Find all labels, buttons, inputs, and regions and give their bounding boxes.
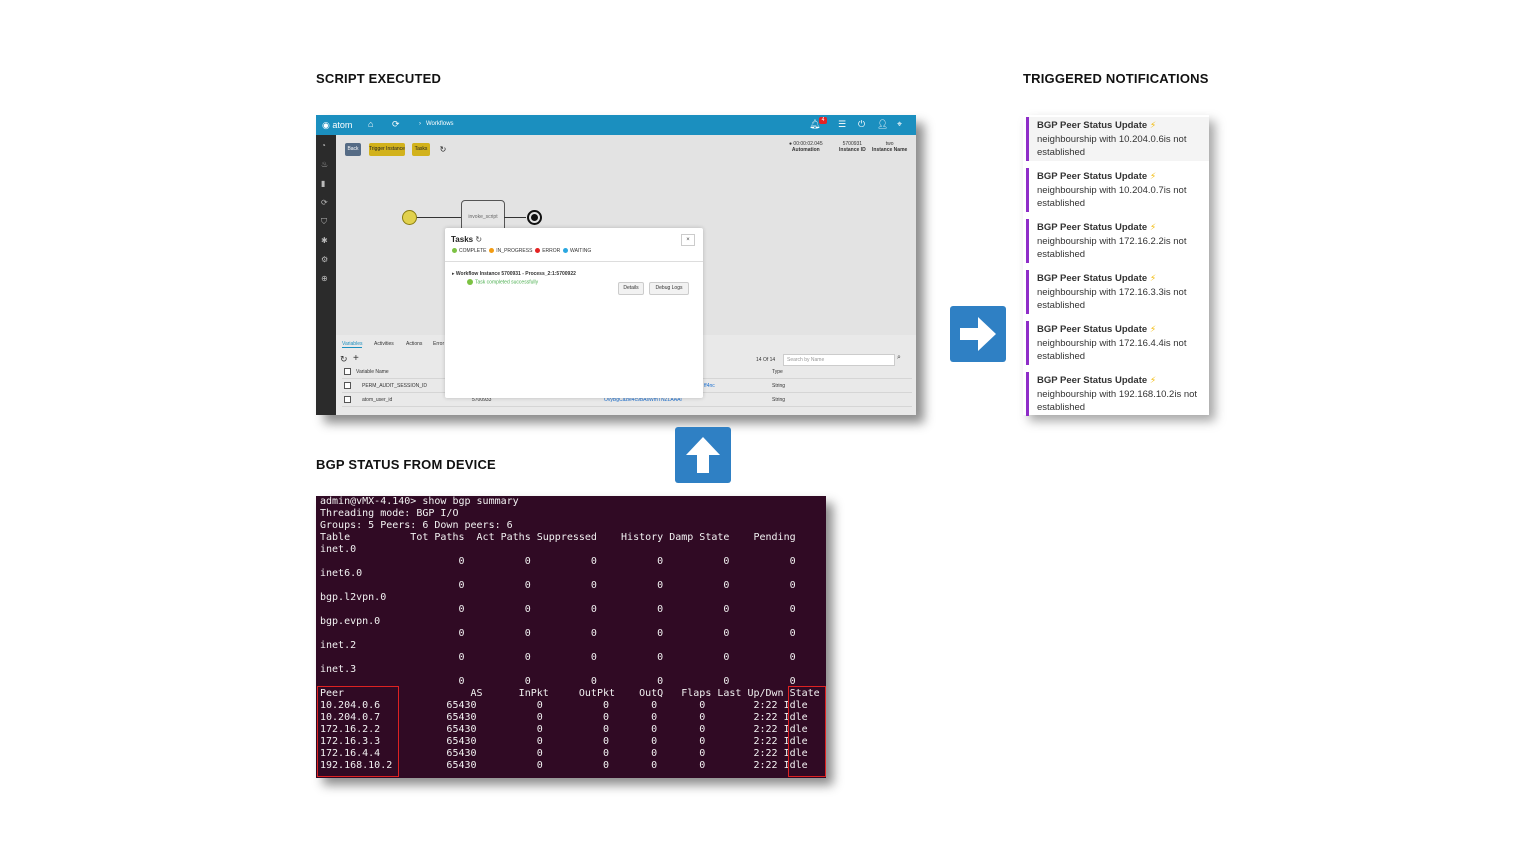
sequence-flow <box>417 217 461 218</box>
notification-item[interactable]: BGP Peer Status Update ⚡ neighbourship w… <box>1026 372 1209 416</box>
terminal-line: Groups: 5 Peers: 6 Down peers: 6 <box>320 520 513 531</box>
tab-activities[interactable]: Activities <box>374 341 394 347</box>
complete-dot-icon <box>452 248 457 254</box>
terminal-line: inet.0 <box>320 544 357 555</box>
add-icon[interactable]: + <box>353 353 359 364</box>
user-icon[interactable]: 👤︎ <box>877 119 888 130</box>
sequence-flow <box>504 217 526 218</box>
lightning-icon: ⚡ <box>1149 120 1157 130</box>
atom-logo: ◉ atom <box>322 120 353 130</box>
end-event[interactable] <box>527 210 542 225</box>
workflow-instance-row[interactable]: ▸ Workflow Instance 5700931 - Process_2:… <box>452 271 576 277</box>
terminal-line: inet.3 <box>320 664 357 675</box>
modal-title: Tasks ↻ <box>451 235 483 244</box>
terminal-line: Threading mode: BGP I/O <box>320 508 459 519</box>
terminal-line: 0 0 0 0 0 0 <box>320 580 796 591</box>
lightning-icon: ⚡ <box>1149 222 1157 232</box>
error-dot-icon <box>535 248 541 254</box>
notification-item[interactable]: BGP Peer Status Update ⚡ neighbourship w… <box>1026 168 1209 212</box>
atom-sidebar: ◔ ♨ ▮ ⟳ ⛉ ✱ ⚙ ⊕ <box>316 135 336 415</box>
select-all-checkbox[interactable] <box>344 368 351 375</box>
details-button[interactable]: Details <box>618 282 644 295</box>
terminal-line: inet.2 <box>320 640 357 651</box>
refresh-icon[interactable]: ↻ <box>475 235 482 244</box>
notification-item[interactable]: BGP Peer Status Update ⚡ neighbourship w… <box>1026 270 1209 314</box>
shield-icon[interactable]: ⛉ <box>321 217 327 227</box>
lightning-icon: ⚡ <box>1149 171 1157 181</box>
in-progress-dot-icon <box>489 248 495 254</box>
duration-meta: ● 00:00:02.045 Automation <box>789 141 823 153</box>
pagination: 14 Of 14 <box>756 357 776 363</box>
terminal-line: 0 0 0 0 0 0 <box>320 604 796 615</box>
up-arrow-icon <box>675 427 731 483</box>
lightning-icon: ⚡ <box>1149 375 1157 385</box>
terminal-line: 0 0 0 0 0 0 <box>320 652 796 663</box>
right-arrow-icon <box>950 306 1006 362</box>
instance-name-meta: two Instance Name <box>872 141 908 153</box>
home-icon[interactable]: ⌂ <box>368 119 373 129</box>
back-button[interactable]: Back <box>345 143 361 156</box>
triggered-notifications-heading: TRIGGERED NOTIFICATIONS <box>1023 71 1209 86</box>
atom-top-bar: ◉ atom ⌂ ⟳ › Workflows 🔔︎ 4 ☰ ⏻ 👤︎ ⌖ <box>316 115 916 135</box>
terminal-line: inet6.0 <box>320 568 363 579</box>
terminal-line: bgp.l2vpn.0 <box>320 592 387 603</box>
close-button[interactable]: × <box>681 234 695 246</box>
instance-id-meta: 5700931 Instance ID <box>839 141 866 153</box>
complete-dot-icon <box>467 279 473 285</box>
gear-icon[interactable]: ⚙ <box>321 255 328 264</box>
terminal-line: bgp.evpn.0 <box>320 616 381 627</box>
state-highlight-box <box>788 686 826 777</box>
power-icon[interactable]: ⏻ <box>858 119 865 130</box>
script-executed-heading: SCRIPT EXECUTED <box>316 71 442 86</box>
bgp-terminal: admin@vMX-4.140> show bgp summary Thread… <box>316 496 826 778</box>
location-icon[interactable]: ⌖ <box>897 119 902 130</box>
task-status: Task completed successfully <box>467 279 538 285</box>
refresh-icon[interactable]: ↻ <box>340 354 348 365</box>
menu-icon[interactable]: ☰ <box>838 119 846 130</box>
tab-error[interactable]: Error <box>433 341 444 347</box>
search-icon[interactable]: ⌕ <box>897 354 901 362</box>
notification-item[interactable]: BGP Peer Status Update ⚡ neighbourship w… <box>1026 117 1209 161</box>
alarm-icon[interactable]: ♨ <box>321 160 328 169</box>
tab-variables[interactable]: Variables <box>342 341 363 348</box>
notification-badge: 4 <box>819 117 827 124</box>
row-checkbox[interactable] <box>344 396 351 403</box>
settings-nav-icon[interactable]: ✱ <box>321 236 328 245</box>
lightning-icon: ⚡ <box>1149 324 1157 334</box>
notifications-panel: BGP Peer Status Update ⚡ neighbourship w… <box>1023 115 1209 416</box>
terminal-line: 0 0 0 0 0 0 <box>320 556 796 567</box>
terminal-line: admin@vMX-4.140> show bgp summary <box>320 496 519 507</box>
globe-icon[interactable]: ⊕ <box>321 274 328 283</box>
peer-highlight-box <box>317 686 399 777</box>
row-checkbox[interactable] <box>344 382 351 389</box>
bgp-status-heading: BGP STATUS FROM DEVICE <box>316 457 496 472</box>
tasks-modal: Tasks ↻ × COMPLETE IN_PROGRESS ERROR WAI… <box>445 228 703 398</box>
waiting-dot-icon <box>563 248 569 254</box>
debug-logs-button[interactable]: Debug Logs <box>649 282 689 295</box>
divider <box>445 261 703 262</box>
dashboard-icon[interactable]: ◔ <box>321 141 326 150</box>
tab-actions[interactable]: Actions <box>406 341 422 347</box>
terminal-line: Table Tot Paths Act Paths Suppressed His… <box>320 532 796 543</box>
lightning-icon: ⚡ <box>1149 273 1157 283</box>
workflow-nav-icon[interactable]: ⟳ <box>321 198 328 207</box>
start-event[interactable] <box>402 210 417 225</box>
status-legend: COMPLETE IN_PROGRESS ERROR WAITING <box>452 248 591 254</box>
workflow-icon[interactable]: ⟳ <box>392 119 400 130</box>
notification-item[interactable]: BGP Peer Status Update ⚡ neighbourship w… <box>1026 321 1209 365</box>
chart-icon[interactable]: ▮ <box>321 179 325 188</box>
trigger-instance-button[interactable]: Trigger Instance <box>369 143 405 156</box>
tasks-button[interactable]: Tasks <box>412 143 430 156</box>
breadcrumb[interactable]: › Workflows <box>419 121 454 127</box>
notification-item[interactable]: BGP Peer Status Update ⚡ neighbourship w… <box>1026 219 1209 263</box>
terminal-line: 0 0 0 0 0 0 <box>320 628 796 639</box>
refresh-icon[interactable]: ↻ <box>438 143 448 156</box>
